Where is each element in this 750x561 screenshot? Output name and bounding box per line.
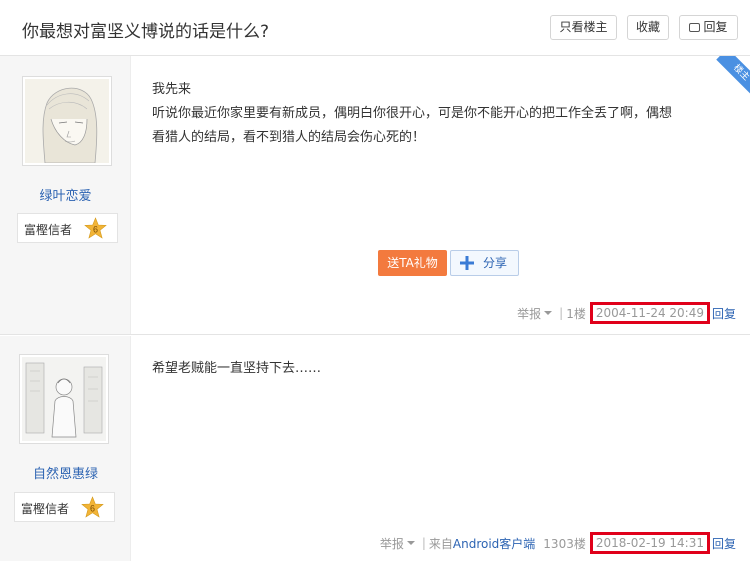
post-floor-1303: 自然恩惠绿 富樫信者 6 希望老贼能一直坚持下去…… 举报 | 来自Android客… xyxy=(0,336,750,561)
divider: | xyxy=(421,536,426,550)
author-name[interactable]: 绿叶恋爱 xyxy=(0,185,131,204)
post-line: 看猎人的结局，看不到猎人的结局会伤心死的！ xyxy=(152,130,426,145)
level-star-icon: 6 xyxy=(81,496,104,518)
avatar-sketch-image xyxy=(25,79,109,163)
post-line: 希望老贼能一直坚持下去…… xyxy=(152,361,322,376)
post-content: 希望老贼能一直坚持下去…… xyxy=(152,357,734,381)
caret-down-icon[interactable] xyxy=(544,311,553,315)
post-tail: 举报 | 来自Android客户端 1303楼 2018-02-19 14:31 回复 xyxy=(380,532,736,554)
thread-title: 你最想对富坚义博说的话是什么? xyxy=(22,22,270,42)
floor-number: 1楼 xyxy=(566,306,586,321)
author-panel: 自然恩惠绿 富樫信者 6 xyxy=(0,336,131,561)
reply-link[interactable]: 回复 xyxy=(712,535,736,552)
author-panel: 绿叶恋爱 富樫信者 6 xyxy=(0,56,131,334)
plus-icon xyxy=(460,256,474,270)
send-gift-button[interactable]: 送TA礼物 xyxy=(378,250,447,276)
level-badge[interactable]: 富樫信者 6 xyxy=(17,213,118,243)
reply-button[interactable]: 回复 xyxy=(679,15,738,40)
share-label: 分享 xyxy=(483,256,508,270)
divider: | xyxy=(559,306,564,320)
only-op-button[interactable]: 只看楼主 xyxy=(550,15,617,40)
client-source-link[interactable]: Android客户端 xyxy=(453,535,535,552)
thread-header: 你最想对富坚义博说的话是什么? 只看楼主 收藏 回复 xyxy=(0,0,750,56)
level-number: 6 xyxy=(93,225,98,235)
caret-down-icon[interactable] xyxy=(406,541,415,545)
avatar[interactable] xyxy=(22,76,112,166)
avatar[interactable] xyxy=(19,354,109,444)
favorite-button[interactable]: 收藏 xyxy=(627,15,669,40)
reply-icon xyxy=(689,23,701,32)
reply-button-label: 回复 xyxy=(703,20,728,34)
level-star-icon: 6 xyxy=(84,217,107,239)
post-time: 2018-02-19 14:31 xyxy=(589,532,710,554)
share-button[interactable]: 分享 xyxy=(450,250,519,276)
post-line: 我先来 xyxy=(152,82,192,97)
level-title: 富樫信者 xyxy=(21,502,70,516)
post-time: 2004-11-24 20:49 xyxy=(589,302,710,324)
reply-link[interactable]: 回复 xyxy=(712,305,736,322)
post-line: 听说你最近你家里要有新成员，偶明白你很开心，可是你不能开心的把工作全丢了啊，偶想 xyxy=(152,106,673,121)
level-number: 6 xyxy=(90,504,95,514)
post-tail: 举报 | 1楼 2004-11-24 20:49 回复 xyxy=(517,302,736,324)
post-content: 我先来 听说你最近你家里要有新成员，偶明白你很开心，可是你不能开心的把工作全丢了… xyxy=(152,78,734,150)
source-prefix: 来自 xyxy=(428,536,453,551)
report-link[interactable]: 举报 xyxy=(380,535,404,552)
post-floor-1: 绿叶恋爱 富樫信者 6 楼主 我先来 听说你最近你家里要有新成员，偶明白你很开心… xyxy=(0,56,750,335)
report-link[interactable]: 举报 xyxy=(517,305,541,322)
level-title: 富樫信者 xyxy=(24,223,73,237)
author-name[interactable]: 自然恩惠绿 xyxy=(0,463,131,482)
floor-number: 1303楼 xyxy=(543,536,586,551)
level-badge[interactable]: 富樫信者 6 xyxy=(14,492,115,522)
avatar-sketch-image xyxy=(22,357,106,441)
